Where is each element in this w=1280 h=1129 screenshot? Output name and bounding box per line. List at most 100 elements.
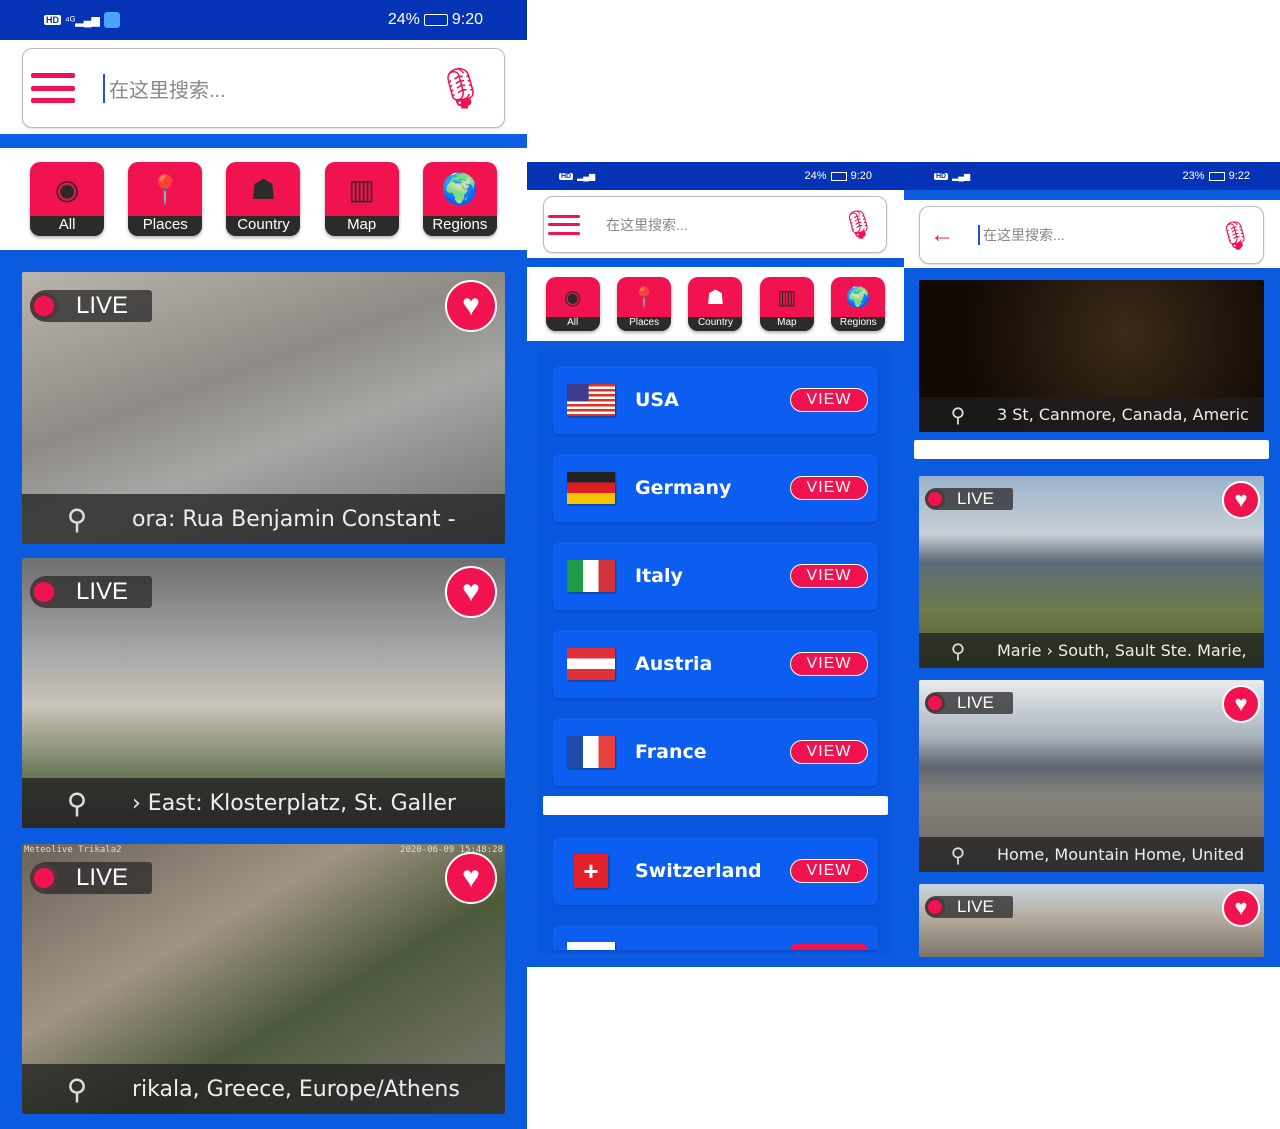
label: LIVE [76,292,129,319]
label: Italy [635,565,683,587]
webcam-location: rikala, Greece, Europe/Athens [132,1076,460,1102]
clock: 9:20 [451,11,483,28]
country-row-france[interactable]: France VIEW [553,718,878,786]
webcam-card[interactable]: LIVE ♥ ⚲ › East: Klosterplatz, St. Galler [22,558,505,828]
webcam-card[interactable]: LIVE ♥ ⚲ Home, Mountain Home, United [919,680,1264,872]
location-pin-icon: ⚲ [950,402,966,427]
microphone-icon[interactable]: 🎙 [435,65,486,112]
category-regions[interactable]: 🌍 Regions [422,162,497,236]
favorite-heart-icon[interactable]: ♥ [445,852,497,904]
germany-flag-icon [567,472,615,504]
country-row-switzerland[interactable]: + Switzerland VIEW [553,837,878,905]
camera-icon: ◉ [563,286,582,309]
favorite-heart-icon[interactable]: ♥ [1222,889,1260,927]
category-bar: ◉ All 📍 Places ☗ Country ▥ Map 🌍 Regions [0,148,527,250]
camera-overlay-label: Meteolive Trikala2 [24,845,122,855]
label: LIVE [76,578,129,605]
webcam-location: Marie › South, Sault Ste. Marie, [997,641,1247,660]
menu-icon[interactable] [31,73,75,103]
battery-icon [830,171,847,181]
webcam-card[interactable]: ⚲ 3 St, Canmore, Canada, Americ [919,280,1264,432]
webcam-card[interactable]: LIVE ♥ [919,884,1264,957]
label: LIVE [957,489,994,508]
location-pin-icon: ⚲ [66,1072,88,1106]
country-row-germany[interactable]: Germany VIEW [553,454,878,522]
battery-icon [423,14,448,26]
austria-flag-icon [567,648,615,680]
webcam-card[interactable]: Meteolive Trikala2 2020-06-09 15:48:28 L… [22,844,505,1114]
view-button[interactable]: VIEW [790,652,868,676]
location-pin-icon: ⚲ [950,638,966,663]
battery-level: 23% [1182,170,1205,182]
microphone-icon[interactable]: 🎙 [1217,219,1253,252]
favorite-heart-icon[interactable]: ♥ [445,280,497,332]
webcam-card[interactable]: LIVE ♥ ⚲ Marie › South, Sault Ste. Marie, [919,476,1264,668]
label: France [635,741,707,763]
country-map-icon: ☗ [706,286,725,309]
live-badge: LIVE [30,576,152,608]
category-regions[interactable]: 🌍 Regions [831,277,886,331]
search-bar[interactable]: 在这里搜索... 🎙 [22,48,505,128]
label: All [545,317,600,331]
country-row-partial[interactable] [553,925,878,950]
live-badge: LIVE [925,896,1013,918]
category-country[interactable]: ☗ Country [226,162,301,236]
label: Regions [422,216,497,236]
view-button[interactable]: VIEW [790,476,868,500]
location-pin-icon: ⚲ [950,842,966,867]
ad-banner [914,440,1269,459]
category-map[interactable]: ▥ Map [324,162,399,236]
category-all[interactable]: ◉ All [30,162,105,236]
menu-icon[interactable] [548,214,580,235]
category-places[interactable]: 📍 Places [617,277,672,331]
live-badge: LIVE [925,488,1013,510]
view-button[interactable]: VIEW [790,859,868,883]
search-bar[interactable]: 在这里搜索... 🎙 [543,196,887,253]
favorite-heart-icon[interactable]: ♥ [1222,685,1260,723]
category-places[interactable]: 📍 Places [128,162,203,236]
view-button[interactable]: VIEW [790,740,868,764]
label: Places [617,317,672,331]
country-map-icon: ☗ [250,173,277,205]
location-pin-icon: 📍 [631,286,657,309]
label: Austria [635,653,713,675]
label: Switzerland [635,860,762,882]
location-pin-icon: ⚲ [66,786,88,820]
back-arrow-icon[interactable]: ← [930,221,954,249]
search-input[interactable]: 在这里搜索... [978,225,1065,245]
map-icon: ▥ [777,286,797,309]
view-button[interactable]: VIEW [790,388,868,412]
label: All [30,216,105,236]
microphone-icon[interactable]: 🎙 [840,208,876,241]
label: Places [128,216,203,236]
location-pin-icon: ⚲ [66,502,88,536]
status-bar: HD ⁴ᴳ▂▄▆ 24% 9:20 [0,0,527,40]
location-pin-icon: 📍 [147,173,183,205]
category-map[interactable]: ▥ Map [759,277,814,331]
label: LIVE [957,693,994,712]
search-input[interactable]: 在这里搜索... [103,73,226,103]
search-bar[interactable]: ← 在这里搜索... 🎙 [919,206,1264,264]
switzerland-flag-icon: + [574,854,608,888]
label: Map [759,317,814,331]
search-input[interactable]: 在这里搜索... [606,215,688,235]
country-row-austria[interactable]: Austria VIEW [553,630,878,698]
globe-icon: 🌍 [845,286,871,309]
italy-flag-icon [567,560,615,592]
webcam-location: 3 St, Canmore, Canada, Americ [997,405,1249,424]
clock: 9:20 [850,170,872,182]
country-row-usa[interactable]: USA VIEW [553,366,878,434]
country-row-italy[interactable]: Italy VIEW [553,542,878,610]
map-icon: ▥ [348,173,375,205]
favorite-heart-icon[interactable]: ♥ [445,566,497,618]
camera-icon: ◉ [54,173,80,205]
view-button[interactable]: VIEW [790,564,868,588]
label: Germany [635,477,732,499]
favorite-heart-icon[interactable]: ♥ [1222,481,1260,519]
category-all[interactable]: ◉ All [545,277,600,331]
label: Map [324,216,399,236]
france-flag-icon [567,736,615,768]
category-country[interactable]: ☗ Country [688,277,743,331]
camera-timestamp: 2020-06-09 15:48:28 [400,845,503,855]
webcam-card[interactable]: LIVE ♥ ⚲ ora: Rua Benjamin Constant - [22,272,505,544]
